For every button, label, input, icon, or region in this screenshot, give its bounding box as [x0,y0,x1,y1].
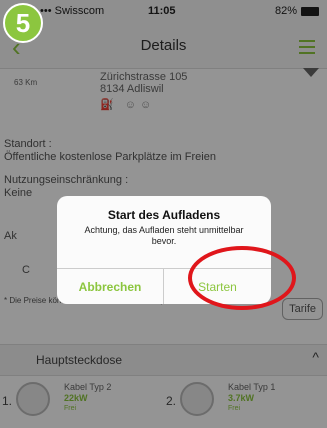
dialog-title: Start des Aufladens [107,208,221,222]
highlight-circle [188,246,296,310]
step-badge: 5 [3,3,43,43]
phone-screen: ••• Swisscom 11:05 82% ‹ Details 63 Km Z… [0,0,327,428]
dialog-message: Achtung, das Aufladen steht unmittelbar … [84,225,244,246]
cancel-button[interactable]: Abbrechen [57,269,164,304]
